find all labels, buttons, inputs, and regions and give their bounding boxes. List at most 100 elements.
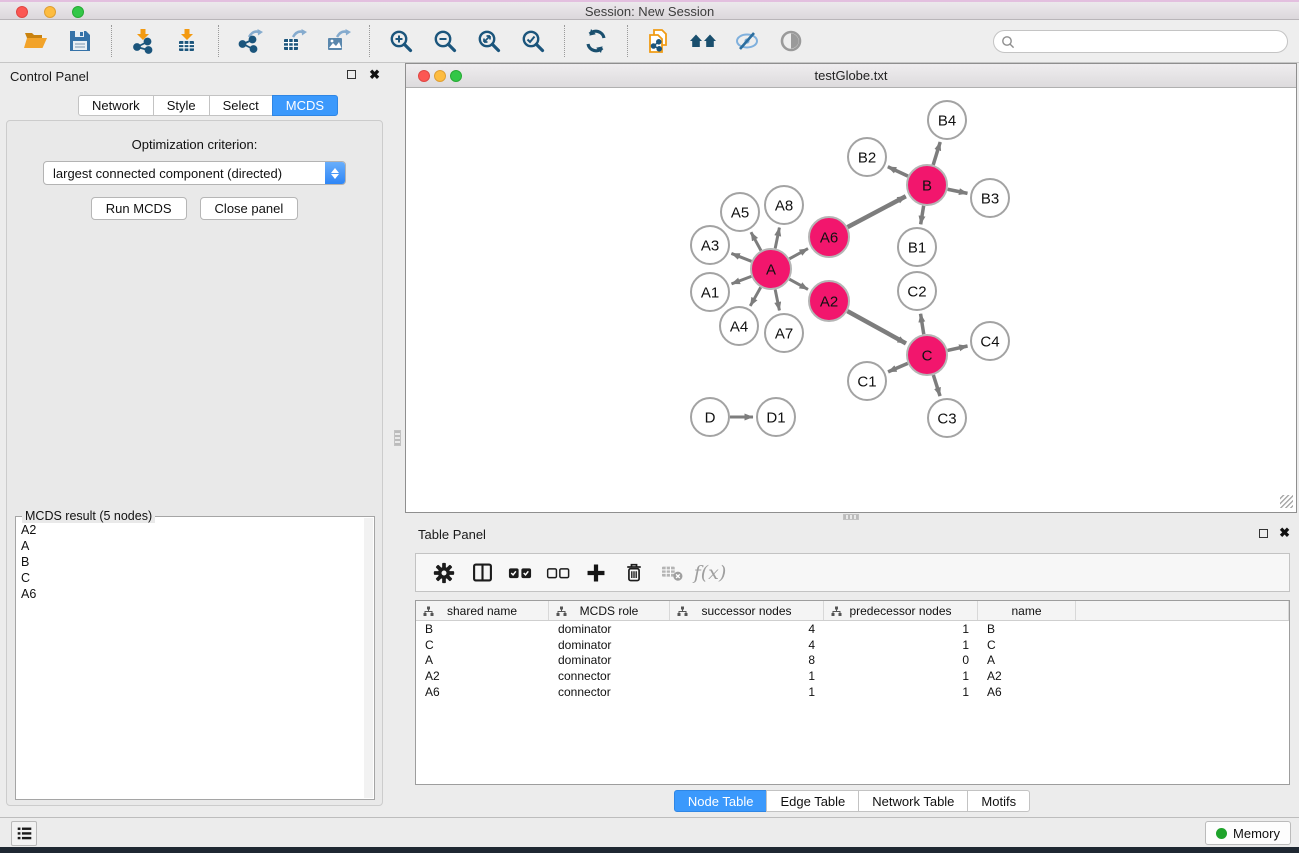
delete-columns-button[interactable] [619, 559, 649, 587]
edge-A6-B[interactable] [848, 196, 906, 227]
column-header-name[interactable]: name [978, 601, 1076, 620]
tab-motifs[interactable]: Motifs [967, 790, 1030, 812]
column-header-predecessor-nodes[interactable]: predecessor nodes [824, 601, 978, 620]
criterion-dropdown[interactable]: largest connected component (directed) [43, 161, 346, 185]
memory-button[interactable]: Memory [1205, 821, 1291, 845]
node-B4[interactable]: B4 [928, 101, 966, 139]
node-C1[interactable]: C1 [848, 362, 886, 400]
zoom-in-button[interactable] [386, 26, 416, 56]
result-item[interactable]: A [21, 538, 363, 554]
node-A1[interactable]: A1 [691, 273, 729, 311]
node-A7[interactable]: A7 [765, 314, 803, 352]
table-row[interactable]: A6connector11A6 [416, 684, 1289, 700]
mcds-result-list[interactable]: A2ABCA6 [17, 520, 363, 798]
result-scrollbar[interactable] [364, 518, 373, 798]
node-D[interactable]: D [691, 398, 729, 436]
task-history-button[interactable] [11, 821, 37, 846]
edge-A-A7[interactable] [775, 290, 779, 311]
close-panel-icon[interactable]: ✖ [1279, 525, 1290, 541]
column-header-shared-name[interactable]: shared name [416, 601, 549, 620]
node-A8[interactable]: A8 [765, 186, 803, 224]
delete-table-button[interactable] [657, 559, 687, 587]
new-network-from-selection-button[interactable] [644, 26, 674, 56]
import-table-button[interactable] [172, 26, 202, 56]
float-panel-icon[interactable] [347, 70, 356, 79]
zoom-out-button[interactable] [430, 26, 460, 56]
node-A[interactable]: A [751, 249, 791, 289]
search-input[interactable] [1015, 35, 1287, 49]
node-D1[interactable]: D1 [757, 398, 795, 436]
node-A3[interactable]: A3 [691, 226, 729, 264]
divider-handle[interactable] [843, 514, 859, 520]
edge-A2-C[interactable] [847, 311, 906, 343]
apply-layout-button[interactable] [581, 26, 611, 56]
close-panel-button[interactable]: Close panel [200, 197, 299, 220]
network-canvas[interactable]: AA1A2A3A4A5A6A7A8BB1B2B3B4CC1C2C3C4DD1 [406, 88, 1296, 511]
divider-handle[interactable] [394, 430, 401, 446]
node-C4[interactable]: C4 [971, 322, 1009, 360]
create-column-button[interactable] [581, 559, 611, 587]
node-B[interactable]: B [907, 165, 947, 205]
resize-grip-icon[interactable] [1280, 495, 1293, 508]
hide-graphics-details-button[interactable] [732, 26, 762, 56]
edge-A-A1[interactable] [732, 276, 752, 283]
table-row[interactable]: Cdominator41C [416, 637, 1289, 653]
zoom-fit-button[interactable] [474, 26, 504, 56]
float-panel-icon[interactable] [1259, 529, 1268, 538]
node-C2[interactable]: C2 [898, 272, 936, 310]
tab-node-table[interactable]: Node Table [674, 790, 768, 812]
edge-B-B1[interactable] [921, 206, 924, 225]
result-item[interactable]: A2 [21, 522, 363, 538]
column-header-empty[interactable] [1076, 601, 1289, 620]
save-session-button[interactable] [65, 26, 95, 56]
import-network-button[interactable] [128, 26, 158, 56]
node-A5[interactable]: A5 [721, 193, 759, 231]
function-builder-button[interactable]: f(x) [695, 559, 725, 587]
edge-C-C3[interactable] [933, 375, 940, 396]
edge-A-A8[interactable] [775, 228, 779, 249]
edge-C-C2[interactable] [921, 314, 924, 335]
tab-mcds[interactable]: MCDS [272, 95, 338, 116]
run-mcds-button[interactable]: Run MCDS [91, 197, 187, 220]
select-all-rows-button[interactable] [505, 559, 535, 587]
result-item[interactable]: C [21, 570, 363, 586]
table-row[interactable]: Bdominator41B [416, 621, 1289, 637]
edge-A-A2[interactable] [789, 279, 808, 289]
open-session-button[interactable] [21, 26, 51, 56]
export-network-button[interactable] [235, 26, 265, 56]
tab-edge-table[interactable]: Edge Table [766, 790, 859, 812]
edge-B-B2[interactable] [888, 167, 908, 176]
table-settings-button[interactable] [429, 559, 459, 587]
edge-C-C1[interactable] [888, 363, 908, 372]
close-panel-icon[interactable]: ✖ [369, 67, 380, 83]
edge-B-B3[interactable] [948, 189, 968, 193]
tab-network[interactable]: Network [78, 95, 154, 116]
node-A4[interactable]: A4 [720, 307, 758, 345]
edge-A-A3[interactable] [731, 253, 751, 261]
node-C3[interactable]: C3 [928, 399, 966, 437]
edge-B-B4[interactable] [933, 142, 940, 165]
column-header-successor-nodes[interactable]: successor nodes [670, 601, 824, 620]
result-item[interactable]: B [21, 554, 363, 570]
export-table-button[interactable] [279, 26, 309, 56]
first-neighbors-button[interactable] [688, 26, 718, 56]
node-A2[interactable]: A2 [809, 281, 849, 321]
column-header-MCDS-role[interactable]: MCDS role [549, 601, 670, 620]
network-graph[interactable]: AA1A2A3A4A5A6A7A8BB1B2B3B4CC1C2C3C4DD1 [406, 88, 1296, 511]
tab-style[interactable]: Style [153, 95, 210, 116]
node-B2[interactable]: B2 [848, 138, 886, 176]
horizontal-split-divider[interactable] [405, 513, 1299, 521]
table-row[interactable]: Adominator80A [416, 653, 1289, 669]
deselect-all-rows-button[interactable] [543, 559, 573, 587]
vertical-split-divider[interactable] [390, 63, 405, 817]
table-row[interactable]: A2connector11A2 [416, 668, 1289, 684]
node-B1[interactable]: B1 [898, 228, 936, 266]
edge-A-A5[interactable] [751, 232, 761, 250]
show-graphics-details-button[interactable] [776, 26, 806, 56]
edge-C-C4[interactable] [947, 346, 967, 350]
node-C[interactable]: C [907, 335, 947, 375]
node-A6[interactable]: A6 [809, 217, 849, 257]
result-item[interactable]: A6 [21, 586, 363, 602]
edge-A-A6[interactable] [789, 249, 808, 259]
tab-select[interactable]: Select [209, 95, 273, 116]
